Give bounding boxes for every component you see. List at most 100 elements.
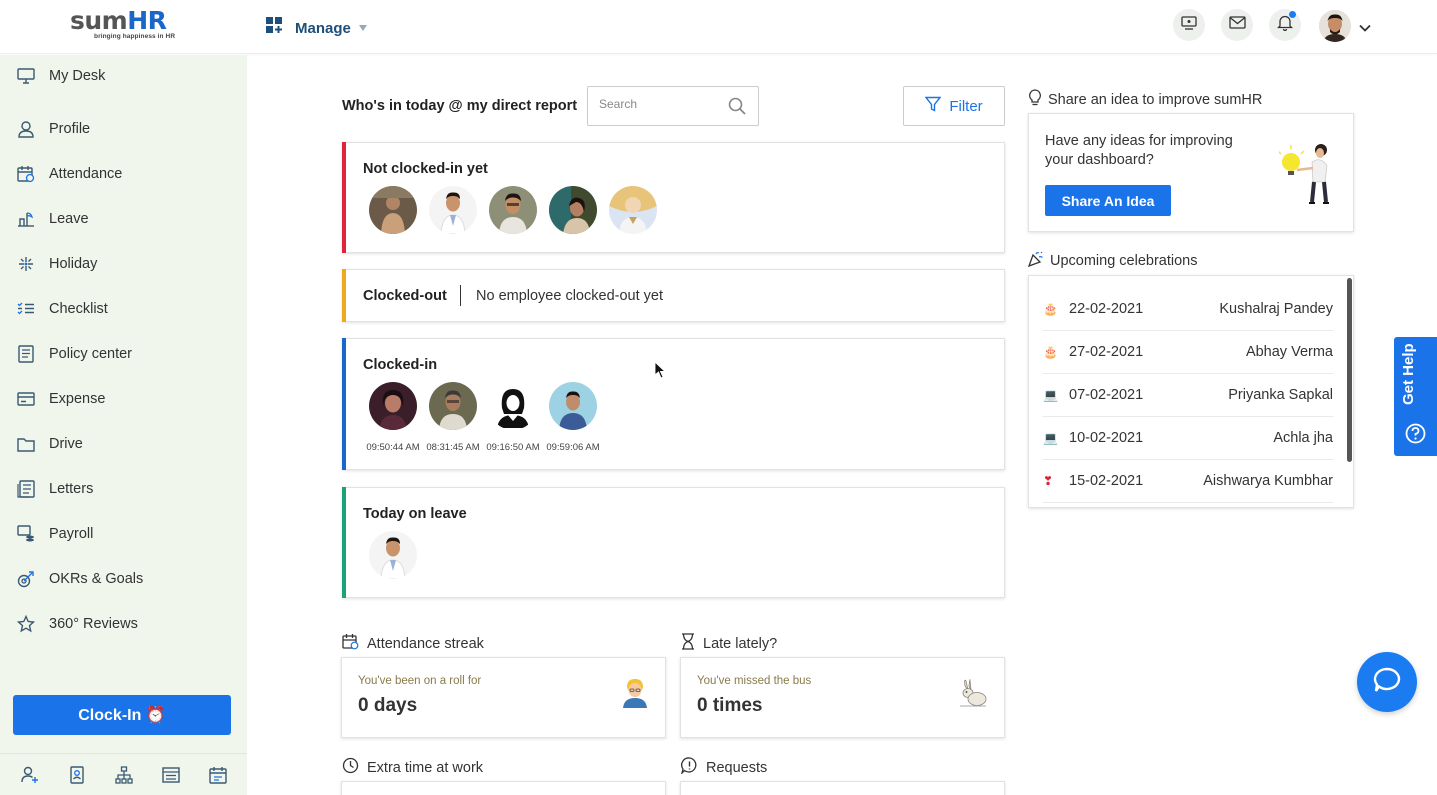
card-title: Today on leave xyxy=(363,506,467,522)
filter-button[interactable]: Filter xyxy=(903,86,1005,126)
lightbulb-icon xyxy=(1028,89,1042,110)
clock-in-button[interactable]: Clock-In ⏰ xyxy=(13,695,231,735)
requests-card xyxy=(680,781,1005,795)
avatar[interactable] xyxy=(549,186,597,234)
share-idea-button[interactable]: Share An Idea xyxy=(1045,185,1171,216)
help-circle-icon xyxy=(1405,423,1426,449)
calendar-clock-icon xyxy=(342,633,359,654)
idea-text: Have any ideas for improving your dashbo… xyxy=(1045,133,1233,168)
sparkle-icon xyxy=(16,254,36,274)
org-chart-icon[interactable] xyxy=(113,764,135,786)
sidebar-item-label: My Desk xyxy=(49,68,106,84)
celebration-name: Priyanka Sapkal xyxy=(1228,387,1333,403)
sidebar-item-payroll[interactable]: Payroll xyxy=(0,514,247,554)
manage-menu[interactable]: Manage xyxy=(266,17,367,39)
celebrations-scrollbar[interactable] xyxy=(1347,278,1352,462)
clocked-out-empty-text: No employee clocked-out yet xyxy=(476,288,663,304)
chat-bubble-icon xyxy=(1373,667,1401,698)
logo-tagline: bringing happiness in HR xyxy=(94,33,176,40)
clocked-in-card: Clocked-in 09:50:44 AM 08:31:45 AM 09:16… xyxy=(342,338,1005,470)
extra-time-header: Extra time at work xyxy=(342,757,483,778)
sidebar-item-label: Profile xyxy=(49,121,91,137)
avatar[interactable] xyxy=(609,186,657,234)
chat-button[interactable] xyxy=(1357,652,1417,712)
sidebar-item-label: Letters xyxy=(49,481,94,497)
notifications-button[interactable] xyxy=(1269,9,1301,41)
sidebar-item-letters[interactable]: Letters xyxy=(0,469,247,509)
laptop-icon: 💻 xyxy=(1043,388,1058,402)
list-item[interactable]: 🎂 22-02-2021 Kushalraj Pandey xyxy=(1043,288,1333,331)
list-item[interactable]: 💻 07-02-2021 Priyanka Sapkal xyxy=(1043,374,1333,417)
cake-icon: 🎂 xyxy=(1043,302,1058,316)
user-icon xyxy=(16,119,36,139)
grid-icon xyxy=(266,17,283,39)
card-title: Clocked-in xyxy=(363,357,438,373)
celebration-name: Abhay Verma xyxy=(1245,344,1333,360)
sidebar-item-expense[interactable]: Expense xyxy=(0,379,247,419)
late-subtitle: You've missed the bus xyxy=(697,675,812,687)
celebration-name: Achla jha xyxy=(1273,430,1333,446)
contact-card-icon[interactable] xyxy=(66,764,88,786)
avatar[interactable] xyxy=(369,382,417,430)
avatar[interactable] xyxy=(489,382,537,430)
sidebar-item-profile[interactable]: Profile xyxy=(0,109,247,149)
clocked-out-card: Clocked-out No employee clocked-out yet xyxy=(342,269,1005,322)
list-item[interactable]: ❣ 15-02-2021 Aishwarya Kumbhar xyxy=(1043,460,1333,503)
sidebar-item-leave[interactable]: Leave xyxy=(0,199,247,239)
late-lately-title: Late lately? xyxy=(703,635,778,652)
search-field[interactable] xyxy=(587,86,759,126)
chevron-down-icon[interactable] xyxy=(1359,19,1371,37)
logo-text: sum xyxy=(70,6,128,35)
leave-icon xyxy=(16,209,36,229)
avatar[interactable] xyxy=(369,186,417,234)
status-bar xyxy=(342,269,346,322)
sidebar-item-my-desk[interactable]: My Desk xyxy=(0,56,247,96)
mail-button[interactable] xyxy=(1221,9,1253,41)
celebrations-header: Upcoming celebrations xyxy=(1027,251,1198,271)
avatar[interactable] xyxy=(549,382,597,430)
card-icon xyxy=(16,389,36,409)
sumhr-logo[interactable]: sumHR bringing happiness in HR xyxy=(70,8,180,44)
get-help-tab[interactable]: Get Help xyxy=(1394,337,1437,456)
letters-icon xyxy=(16,479,36,499)
search-input[interactable] xyxy=(599,97,719,111)
list-item[interactable]: 💻 10-02-2021 Achla jha xyxy=(1043,417,1333,460)
filter-label: Filter xyxy=(949,97,983,115)
screen-button[interactable] xyxy=(1173,9,1205,41)
sidebar-item-okrs-goals[interactable]: OKRs & Goals xyxy=(0,559,247,599)
sidebar-item-label: Holiday xyxy=(49,256,98,272)
sidebar-item-policy-center[interactable]: Policy center xyxy=(0,334,247,374)
sidebar-item-attendance[interactable]: Attendance xyxy=(0,154,247,194)
celebrations-list[interactable]: 🎂 22-02-2021 Kushalraj Pandey 🎂 27-02-20… xyxy=(1028,275,1354,508)
folder-icon xyxy=(16,434,36,454)
calendar-icon[interactable] xyxy=(207,764,229,786)
document-icon xyxy=(16,344,36,364)
directory-list-icon[interactable] xyxy=(160,764,182,786)
add-user-icon[interactable] xyxy=(19,764,41,786)
share-idea-header: Share an idea to improve sumHR xyxy=(1028,89,1262,110)
avatar[interactable] xyxy=(369,531,417,579)
on-leave-card: Today on leave xyxy=(342,487,1005,598)
clock-icon xyxy=(342,757,359,778)
avatar[interactable] xyxy=(429,382,477,430)
list-item[interactable]: 🎂 27-02-2021 Abhay Verma xyxy=(1043,331,1333,374)
person-icon xyxy=(621,678,649,715)
sidebar: My Desk Profile Attendance Leave Holiday… xyxy=(0,55,247,795)
status-bar xyxy=(342,142,346,253)
filter-icon xyxy=(924,96,942,117)
search-icon[interactable] xyxy=(728,97,746,120)
sidebar-item-holiday[interactable]: Holiday xyxy=(0,244,247,284)
sidebar-item-checklist[interactable]: Checklist xyxy=(0,289,247,329)
avatar[interactable] xyxy=(489,186,537,234)
late-lately-card: You've missed the bus 0 times xyxy=(680,657,1005,738)
chat-alert-icon xyxy=(680,757,698,778)
whos-in-today-title: Who's in today @ my direct report xyxy=(342,98,578,114)
avatar[interactable] xyxy=(429,186,477,234)
mail-icon xyxy=(1228,16,1246,34)
requests-title: Requests xyxy=(706,759,768,776)
celebration-name: Aishwarya Kumbhar xyxy=(1203,473,1333,489)
sidebar-item-drive[interactable]: Drive xyxy=(0,424,247,464)
user-avatar[interactable] xyxy=(1319,10,1351,42)
status-bar xyxy=(342,487,346,598)
sidebar-item-360-reviews[interactable]: 360° Reviews xyxy=(0,604,247,644)
